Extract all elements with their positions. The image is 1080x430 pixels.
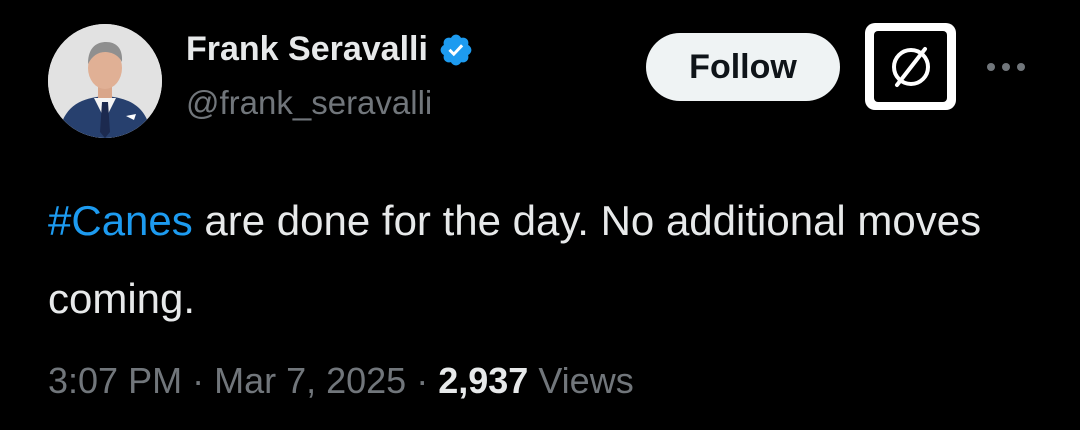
- avatar-image: [48, 24, 162, 138]
- views-count[interactable]: 2,937: [438, 360, 528, 401]
- tweet-date[interactable]: Mar 7, 2025: [214, 360, 406, 401]
- follow-button[interactable]: Follow: [646, 33, 840, 101]
- grok-button[interactable]: [865, 23, 956, 110]
- grok-icon-frame: [874, 31, 947, 102]
- meta-separator: ·: [416, 360, 429, 401]
- hashtag-link[interactable]: #Canes: [48, 197, 193, 244]
- tweet-meta: 3:07 PM · Mar 7, 2025 · 2,937 Views: [48, 360, 634, 402]
- more-dots-icon: [987, 63, 1025, 71]
- tweet-text: #Canes are done for the day. No addition…: [48, 182, 1038, 338]
- avatar[interactable]: [48, 24, 162, 138]
- meta-separator: ·: [192, 360, 205, 401]
- tweet-time[interactable]: 3:07 PM: [48, 360, 182, 401]
- author-display-name-row[interactable]: Frank Seravalli: [186, 30, 474, 69]
- views-label[interactable]: Views: [538, 360, 633, 401]
- author-handle[interactable]: @frank_seravalli: [186, 84, 432, 122]
- grok-icon: [891, 46, 930, 87]
- more-options-button[interactable]: [982, 50, 1030, 84]
- author-display-name[interactable]: Frank Seravalli: [186, 30, 428, 69]
- verified-badge-icon[interactable]: [438, 32, 474, 68]
